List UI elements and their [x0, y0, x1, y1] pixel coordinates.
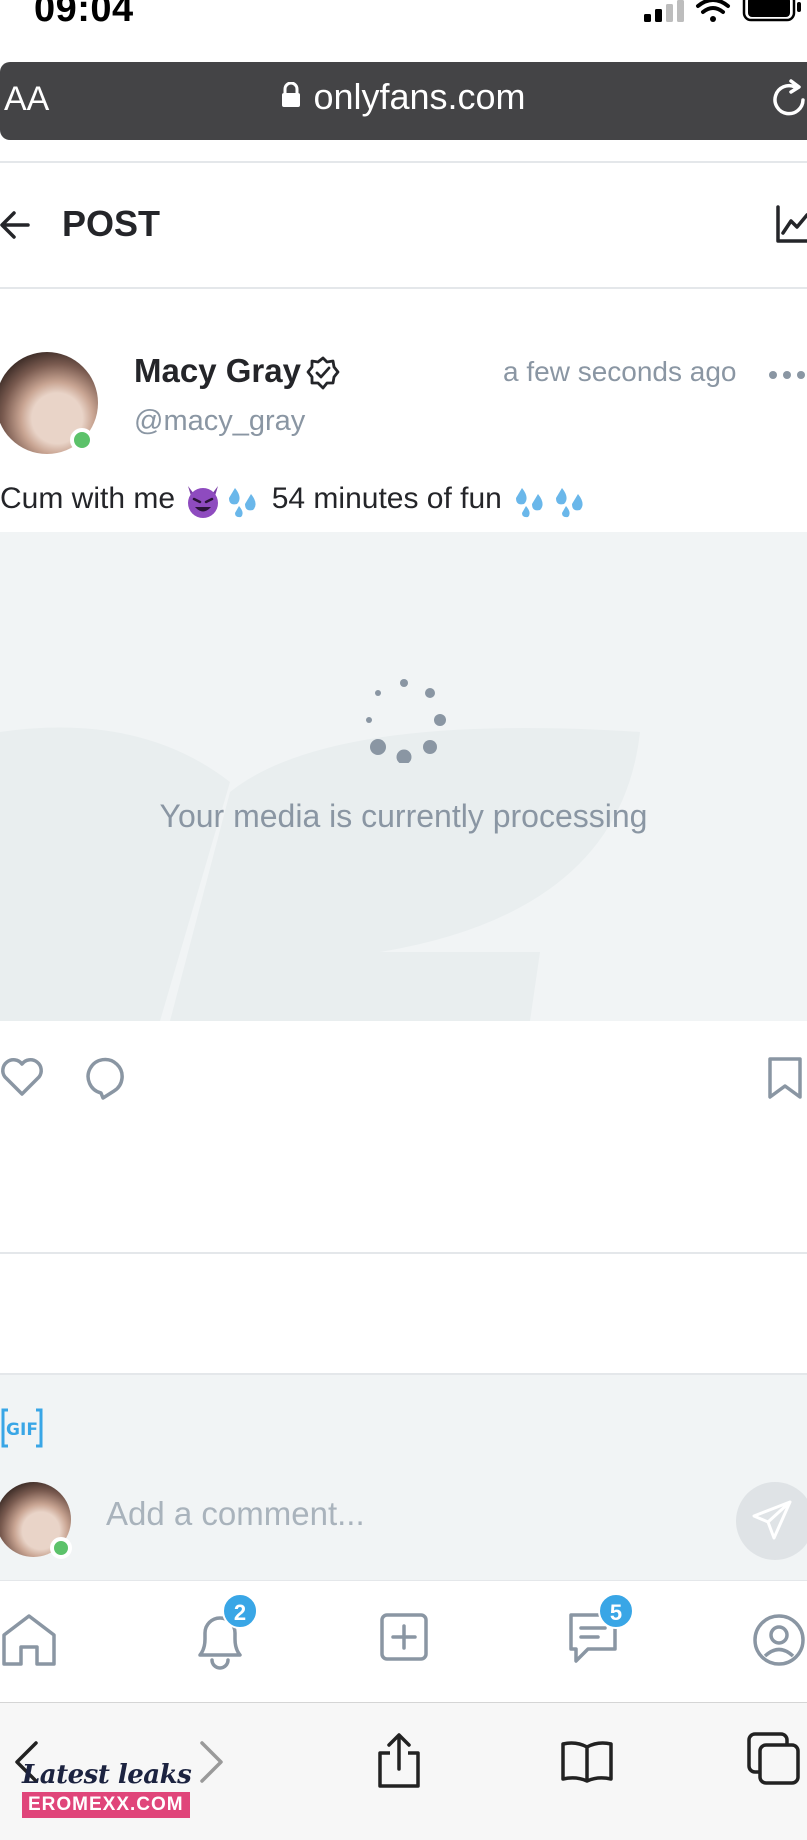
page-title: POST: [62, 203, 161, 244]
sweat-droplets-emoji-icon: [516, 488, 543, 518]
tabs-icon[interactable]: [746, 1731, 802, 1787]
messages-nav-item[interactable]: 5: [568, 1593, 634, 1667]
comment-input[interactable]: Add a comment...: [106, 1495, 365, 1533]
author-name[interactable]: Macy Gray: [134, 352, 301, 390]
statistics-icon[interactable]: [775, 205, 807, 245]
lock-icon: [282, 82, 301, 108]
post-text: Cum with me 54 minutes of fun: [0, 480, 590, 520]
browser-forward-icon[interactable]: [198, 1739, 226, 1785]
online-indicator: [50, 1537, 72, 1559]
more-options-icon[interactable]: [768, 370, 807, 380]
notifications-count-badge: 2: [222, 1593, 258, 1629]
post-timestamp: a few seconds ago: [503, 356, 737, 387]
author-handle[interactable]: @macy_gray: [134, 405, 305, 438]
comment-bubble-icon[interactable]: [84, 1054, 128, 1100]
reload-icon[interactable]: [773, 78, 807, 118]
status-icons-graphic: [644, 0, 801, 22]
media-processing-text: Your media is currently processing: [159, 798, 648, 834]
watermark-line2: EROMEXX.COM: [22, 1792, 190, 1818]
svg-text:GIF: GIF: [6, 1420, 38, 1440]
back-arrow-icon[interactable]: [0, 208, 30, 242]
browser-address-bar[interactable]: AA onlyfans.com: [0, 62, 807, 140]
profile-icon[interactable]: [752, 1613, 807, 1667]
online-indicator: [70, 428, 94, 452]
sweat-droplets-emoji-icon: [229, 488, 256, 518]
devil-emoji-icon: [188, 486, 219, 518]
url-field[interactable]: onlyfans.com: [0, 76, 807, 118]
notifications-nav-item[interactable]: 2: [190, 1593, 258, 1671]
like-heart-icon[interactable]: [0, 1056, 44, 1098]
bookmark-icon[interactable]: [766, 1056, 806, 1100]
divider: [0, 1252, 807, 1254]
media-placeholder: Your media is currently processing: [0, 532, 807, 1021]
comment-section: GIF Add a comment...: [0, 1375, 807, 1580]
share-icon[interactable]: [376, 1733, 422, 1789]
media-background-logo: [0, 727, 640, 1021]
bottom-navigation: 2 5: [0, 1581, 807, 1701]
sweat-droplets-emoji-icon: [556, 488, 583, 518]
home-icon[interactable]: [0, 1613, 58, 1667]
battery-icon: [742, 0, 801, 22]
loading-spinner-icon: [366, 679, 446, 763]
divider: [0, 287, 807, 289]
post-header: POST: [0, 163, 807, 287]
send-comment-button[interactable]: [736, 1482, 807, 1560]
bookmarks-book-icon[interactable]: [560, 1739, 614, 1783]
status-time: 09:04: [34, 0, 134, 30]
messages-count-badge: 5: [598, 1593, 634, 1629]
wifi-icon: [696, 0, 730, 22]
gif-icon[interactable]: GIF: [0, 1407, 44, 1449]
url-text: onlyfans.com: [313, 76, 526, 117]
watermark: Latest leaks EROMEXX.COM: [22, 1760, 192, 1818]
verified-badge-icon: [306, 356, 340, 390]
cellular-signal-icon: [644, 0, 684, 22]
watermark-line1: Latest leaks: [22, 1760, 192, 1790]
send-paper-plane-icon: [752, 1500, 792, 1540]
add-post-icon[interactable]: [380, 1613, 428, 1661]
